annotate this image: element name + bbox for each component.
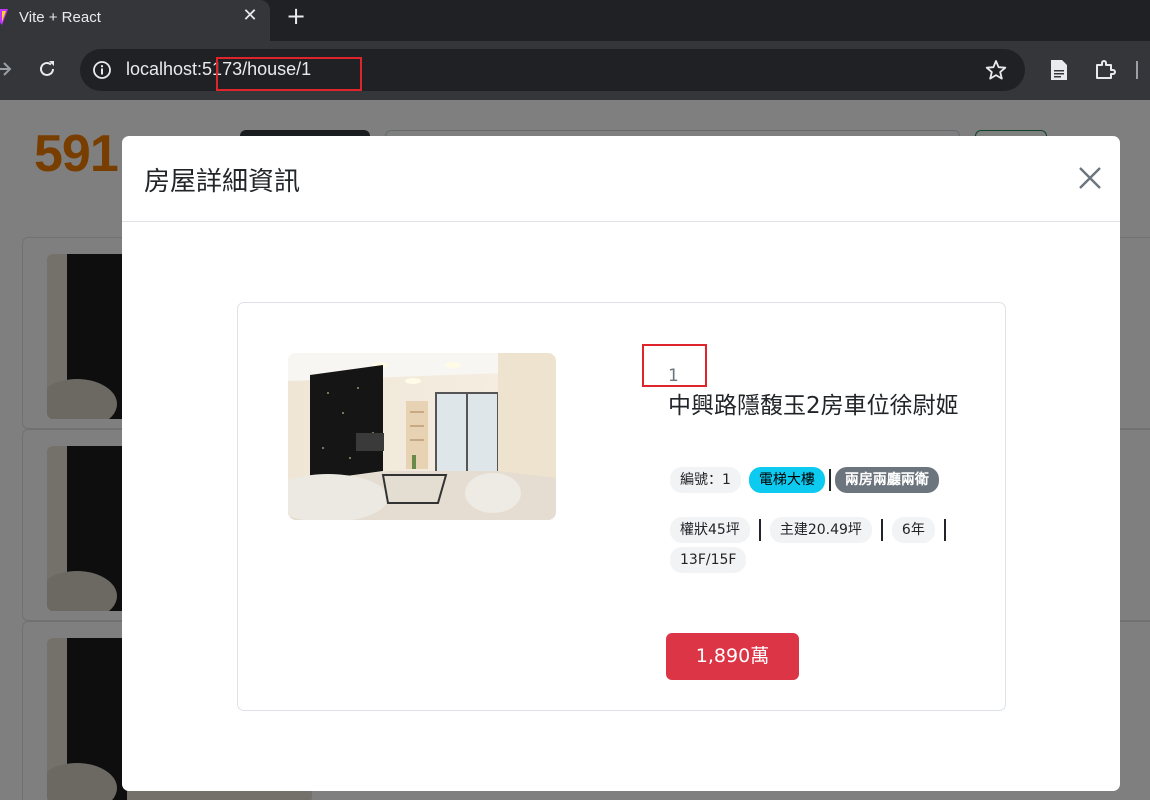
spec-divider	[880, 519, 883, 541]
house-number-badge: 編號：1	[670, 467, 741, 493]
building-type-badge: 電梯大樓	[748, 467, 825, 493]
age-badge: 6年	[891, 517, 935, 543]
modal-header: 房屋詳細資訊	[122, 136, 1120, 222]
main-area-badge: 主建20.49坪	[769, 517, 872, 543]
layout-badge: 兩房兩廳兩衛	[834, 467, 939, 493]
area-badge: 權狀45坪	[670, 517, 750, 543]
info-icon[interactable]	[92, 60, 112, 80]
floor-badge: 13F/15F	[670, 547, 747, 573]
reload-icon[interactable]	[36, 58, 58, 80]
house-photo	[288, 353, 556, 520]
close-icon[interactable]	[1076, 164, 1104, 192]
browser-tab-bar: Vite + React ✕ +	[0, 0, 1150, 41]
document-icon[interactable]	[1049, 59, 1069, 81]
house-specs-floor: 13F/15F	[670, 547, 747, 573]
extension-icon[interactable]	[1094, 58, 1116, 80]
spec-divider	[943, 519, 946, 541]
address-bar[interactable]: localhost:5173/house/1	[80, 49, 1025, 91]
new-tab-button[interactable]: +	[284, 4, 308, 28]
house-specs: 權狀45坪 主建20.49坪 6年	[670, 517, 955, 543]
toolbar-divider	[1136, 61, 1138, 79]
house-id: 1	[668, 366, 679, 386]
house-tags: 編號：1 電梯大樓 兩房兩廳兩衛	[670, 467, 939, 493]
browser-toolbar: localhost:5173/house/1	[0, 41, 1150, 100]
tag-divider	[828, 469, 831, 491]
spec-divider	[758, 519, 761, 541]
url-path-highlight	[216, 57, 362, 91]
tab-title: Vite + React	[19, 9, 101, 26]
price-button[interactable]: 1,890萬	[666, 633, 799, 680]
house-detail-modal: 房屋詳細資訊 1 中興路隱馥玉2房車位徐尉姬 編號：1 電梯大樓 兩房兩廳兩衛 …	[122, 136, 1120, 791]
house-card: 1 中興路隱馥玉2房車位徐尉姬 編號：1 電梯大樓 兩房兩廳兩衛 權狀45坪 主…	[237, 302, 1006, 711]
house-title: 中興路隱馥玉2房車位徐尉姬	[668, 393, 959, 419]
bookmark-star-icon[interactable]	[985, 59, 1007, 81]
browser-tab[interactable]: Vite + React ✕	[0, 0, 270, 41]
tab-close-icon[interactable]: ✕	[240, 6, 260, 26]
vite-favicon-icon	[0, 9, 8, 25]
modal-title: 房屋詳細資訊	[144, 167, 301, 197]
forward-icon[interactable]	[0, 58, 14, 80]
